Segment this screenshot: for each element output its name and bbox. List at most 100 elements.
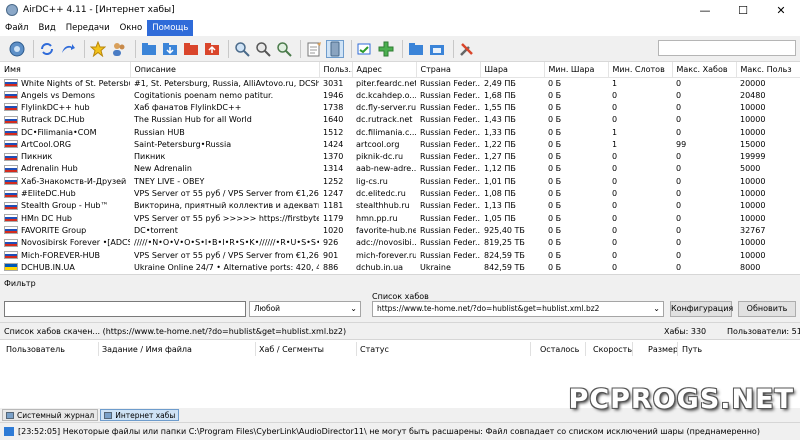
public-hubs-icon[interactable]: [140, 40, 158, 58]
hub-min-share: 0 Б: [548, 164, 562, 174]
menu-transfers[interactable]: Передачи: [61, 20, 115, 36]
col-min-share[interactable]: Мин. Шара: [544, 62, 609, 78]
minimize-button[interactable]: —: [686, 0, 724, 20]
country-flag-icon: [4, 152, 18, 161]
close-button[interactable]: ✕: [762, 0, 800, 20]
search-spy-icon[interactable]: [275, 40, 293, 58]
finished-icon[interactable]: [182, 40, 200, 58]
col-name[interactable]: Имя: [0, 62, 131, 78]
search-icon[interactable]: [233, 40, 251, 58]
col-min-slots[interactable]: Мин. Слотов: [608, 62, 673, 78]
follow-redirect-icon[interactable]: [59, 40, 77, 58]
queue-col-remaining[interactable]: Осталось: [540, 345, 579, 354]
col-country[interactable]: Страна: [416, 62, 481, 78]
hub-users: 1252: [323, 176, 344, 186]
queue-col-status[interactable]: Статус: [360, 345, 389, 354]
menu-window[interactable]: Окно: [115, 20, 148, 36]
refresh-button[interactable]: Обновить: [738, 301, 796, 317]
reconnect-icon[interactable]: [38, 40, 56, 58]
queue-col-user[interactable]: Пользователь: [6, 345, 65, 354]
queue-col-size[interactable]: Размер: [648, 345, 678, 354]
hub-max-users: 15000: [740, 139, 766, 149]
hub-users: 3031: [323, 78, 344, 88]
table-row[interactable]: White Nights of St. Petersburg #1, St. Pe…: [0, 77, 800, 90]
hub-name: Adrenalin Hub: [0, 163, 130, 175]
hub-min-slots: 0: [612, 152, 618, 162]
country-flag-icon: [4, 238, 18, 247]
queue-col-path[interactable]: Путь: [682, 345, 702, 354]
hub-name-text: White Nights of St. Petersburg: [21, 78, 130, 88]
hub-share: 1,05 ПБ: [484, 213, 516, 223]
system-log-icon[interactable]: [326, 39, 344, 58]
hub-share: 1,12 ПБ: [484, 164, 516, 174]
table-row[interactable]: Rutrack DC.Hub The Russian Hub for all Wo…: [0, 114, 800, 126]
table-row[interactable]: Novosibirsk Forever •[ADCS]• /////•N•O•V•…: [0, 237, 800, 249]
hub-address: mich-forever.ru: [356, 250, 416, 260]
hub-description: Хаб фанатов FlylinkDC++: [134, 102, 242, 112]
col-share[interactable]: Шара: [480, 62, 545, 78]
shared-files-icon[interactable]: [356, 40, 374, 58]
table-row[interactable]: Stealth Group - Hub™ Викторина, приятный …: [0, 200, 800, 212]
table-row[interactable]: Хаб-Знакомств-И-Друзей TNEY LIVE - OBEY 12…: [0, 176, 800, 188]
open-own-list-icon[interactable]: [428, 40, 446, 58]
favorites-icon[interactable]: [89, 40, 107, 58]
col-users[interactable]: Польз...: [319, 62, 353, 78]
status-bar: Список хабов скачен... (https://www.te-h…: [0, 322, 800, 340]
col-description[interactable]: Описание: [130, 62, 320, 78]
tab-system-log[interactable]: Системный журнал: [2, 409, 99, 421]
settings-icon[interactable]: [458, 40, 476, 58]
hub-users: 1247: [323, 189, 344, 199]
hub-users: 926: [323, 238, 339, 248]
menu-help[interactable]: Помощь: [147, 20, 194, 36]
hub-max-hubs: 0: [676, 189, 682, 199]
table-row[interactable]: #EliteDC.Hub VPS Server от 55 руб / VPS S…: [0, 188, 800, 200]
quick-search-input[interactable]: [658, 40, 796, 56]
table-row[interactable]: HMn DC Hub VPS Server от 55 руб >>>>> htt…: [0, 212, 800, 224]
col-address[interactable]: Адрес: [352, 62, 417, 78]
col-max-users[interactable]: Макс. Польз: [736, 62, 800, 78]
hub-max-users: 10000: [740, 189, 766, 199]
table-row[interactable]: FlylinkDC++ hub Хаб фанатов FlylinkDC++ 17…: [0, 102, 800, 114]
tab-label: Интернет хабы: [115, 410, 176, 420]
menu-file[interactable]: Файл: [0, 20, 33, 36]
hub-max-hubs: 0: [676, 115, 682, 125]
notepad-icon[interactable]: [305, 40, 323, 58]
tab-public-hubs[interactable]: Интернет хабы: [100, 409, 180, 421]
upload-queue-icon[interactable]: [203, 40, 221, 58]
filter-mode-value: Любой: [254, 304, 281, 313]
col-max-hubs[interactable]: Макс. Хабов: [672, 62, 737, 78]
table-row[interactable]: FAVORITE Group DC•torrent 1020 favorite-hub…: [0, 225, 800, 237]
table-row[interactable]: DC•Filimania•COM Russian HUB 1512 dc.filima…: [0, 126, 800, 138]
table-row[interactable]: Angels vs Demons Cogitationis poenam nemo…: [0, 90, 800, 102]
filter-input[interactable]: [4, 301, 246, 317]
maximize-button[interactable]: ☐: [724, 0, 762, 20]
hub-min-share: 0 Б: [548, 238, 562, 248]
menu-view[interactable]: Вид: [33, 20, 60, 36]
app-icon: [6, 4, 18, 16]
queue-col-hub[interactable]: Хаб / Сегменты: [259, 345, 324, 354]
hub-min-share: 0 Б: [548, 176, 562, 186]
country-flag-icon: [4, 177, 18, 186]
queue-col-file[interactable]: Задание / Имя файла: [102, 345, 192, 354]
hub-name: FAVORITE Group: [0, 225, 130, 237]
hublist-select[interactable]: https://www.te-home.net/?do=hublist&get=…: [372, 301, 664, 317]
hub-min-share: 0 Б: [548, 152, 562, 162]
configuration-button[interactable]: Конфигурация: [670, 301, 733, 317]
download-queue-icon[interactable]: [161, 40, 179, 58]
open-file-list-icon[interactable]: [407, 40, 425, 58]
queue-col-speed[interactable]: Скорость: [593, 345, 632, 354]
hub-min-slots: 0: [612, 262, 618, 272]
add-icon[interactable]: [377, 40, 395, 58]
table-row[interactable]: DCHUB.IN.UA Ukraine Online 24/7 • Alterna…: [0, 262, 800, 274]
table-row[interactable]: Пикник Пикник 1370 piknik-dc.ru Russian Fede…: [0, 151, 800, 163]
hub-description: VPS Server от 55 руб >>>>> https://first…: [134, 213, 319, 223]
filter-mode-select[interactable]: Любой ⌄: [249, 301, 361, 317]
table-row[interactable]: ArtCool.ORG Saint-Petersburg•Russia 1424 ar…: [0, 139, 800, 151]
table-row[interactable]: Mich-FOREVER-HUB VPS Server от 55 руб / V…: [0, 249, 800, 261]
adl-search-icon[interactable]: [254, 40, 272, 58]
hub-users: 1181: [323, 201, 344, 211]
favorite-users-icon[interactable]: [110, 40, 128, 58]
connect-icon[interactable]: [8, 40, 26, 58]
hub-name-text: Stealth Group - Hub™: [21, 201, 109, 211]
table-row[interactable]: Adrenalin Hub New Adrenalin 1314 aab-new-ad…: [0, 163, 800, 175]
